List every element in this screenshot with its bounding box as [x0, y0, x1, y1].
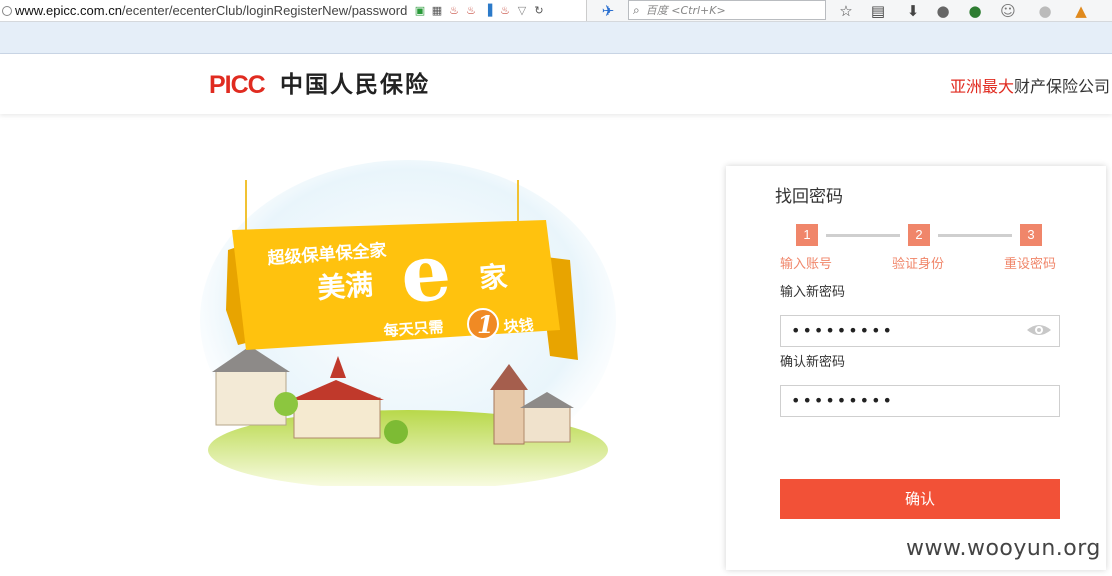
dropdown-arrow-icon[interactable]: ▽	[515, 3, 529, 17]
java-icon[interactable]: ♨	[447, 3, 461, 17]
step-1-number: 1	[796, 224, 818, 246]
step-3-number: 3	[1020, 224, 1042, 246]
bookmarks-bar	[0, 22, 1112, 54]
qr-code-icon[interactable]: ▦	[430, 3, 444, 17]
step-2-number: 2	[908, 224, 930, 246]
new-password-field[interactable]: •••••••••	[780, 315, 1060, 347]
confirm-password-field[interactable]: •••••••••	[780, 385, 1060, 417]
bird-addon-icon[interactable]: ✈	[598, 1, 618, 21]
step-connector	[826, 234, 900, 237]
eye-icon[interactable]	[1026, 322, 1052, 338]
house-red	[293, 397, 381, 439]
search-placeholder: 百度 <Ctrl+K>	[645, 4, 726, 17]
addon-orange-icon[interactable]: ▲	[1071, 1, 1091, 21]
address-bar[interactable]: www.epicc.com.cn/ecenter/ecenterClub/log…	[0, 0, 587, 21]
watermark: www.wooyun.org	[906, 536, 1101, 561]
bush	[384, 420, 408, 444]
banner-e-letter: e	[398, 227, 454, 321]
url-path: /ecenter/ecenterClub/loginRegisterNew/pa…	[121, 3, 408, 18]
globe-icon	[2, 5, 12, 16]
url-host: www.epicc.com.cn	[15, 3, 122, 18]
step-3-label: 重设密码	[1004, 257, 1057, 272]
address-bar-icons: ▣ ▦ ♨ ♨ ▐ ♨ ▽ ↻	[413, 3, 546, 17]
search-input[interactable]: ⌕ 百度 <Ctrl+K>	[628, 0, 826, 20]
banner-line3-b: 块钱	[503, 316, 534, 336]
tower	[493, 387, 525, 445]
reset-password-card: 找回密码 1 2 3 输入账号 验证身份 重设密码 输入新密码 ••••••••…	[726, 166, 1106, 570]
url-text[interactable]: www.epicc.com.cn/ecenter/ecenterClub/log…	[15, 3, 407, 18]
addon-globe-icon[interactable]: ●	[933, 1, 953, 21]
picc-logo[interactable]: PICC	[209, 70, 266, 100]
promo-banner: 超级保单保全家 美满 e 家 每天只需 1 块钱	[200, 160, 616, 486]
page-title: 找回密码	[775, 187, 843, 207]
addon-green-icon[interactable]: ●	[965, 1, 985, 21]
new-password-label: 输入新密码	[780, 285, 846, 300]
tree-left	[274, 392, 298, 416]
addon-gray-icon[interactable]: ●	[1035, 1, 1055, 21]
confirm-button[interactable]: 确认	[780, 479, 1060, 519]
banner-line2-end: 家	[478, 260, 508, 295]
signal-bars-icon: ▐	[483, 3, 493, 17]
download-icon[interactable]: ⬇	[903, 1, 923, 21]
slogan-highlight: 亚洲最大	[949, 77, 1014, 96]
house-left	[215, 369, 287, 426]
banner-line2: 美满	[316, 268, 374, 305]
step-2-label: 验证身份	[892, 257, 945, 272]
house-right	[523, 405, 571, 443]
slogan-text: 财产保险公司	[1013, 77, 1110, 96]
java-icon[interactable]: ♨	[464, 3, 478, 17]
java-icon[interactable]: ♨	[498, 3, 512, 17]
confirm-password-label: 确认新密码	[780, 355, 846, 370]
cookie-icon[interactable]: ☺	[998, 1, 1018, 21]
browser-toolbar: www.epicc.com.cn/ecenter/ecenterClub/log…	[0, 0, 1112, 22]
company-name: 中国人民保险	[280, 72, 430, 98]
reading-list-icon[interactable]: ▤	[868, 1, 888, 21]
step-connector	[938, 234, 1012, 237]
shield-icon[interactable]: ▣	[413, 3, 427, 17]
header-slogan: 亚洲最大财产保险公司	[950, 76, 1110, 98]
bookmark-star-icon[interactable]: ☆	[836, 1, 856, 21]
search-icon: ⌕	[633, 2, 640, 17]
reload-icon[interactable]: ↻	[532, 3, 546, 17]
step-1-label: 输入账号	[780, 257, 833, 272]
site-header	[0, 54, 1112, 114]
banner-line3-num: 1	[477, 310, 494, 339]
